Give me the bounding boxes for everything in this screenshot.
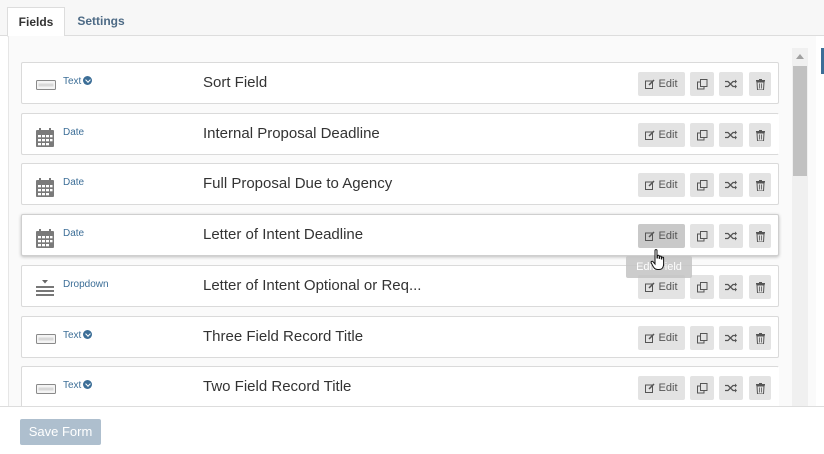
duplicate-field-button[interactable] — [690, 123, 714, 147]
field-type-label[interactable]: Text — [63, 380, 93, 391]
trash-icon — [755, 382, 765, 395]
field-name: Two Field Record Title — [203, 378, 352, 395]
trash-icon — [755, 179, 765, 192]
edit-icon — [645, 230, 656, 242]
field-type-label: Date — [63, 127, 85, 138]
field-row[interactable]: Date Full Proposal Due to Agency Edit — [21, 163, 779, 205]
delete-field-button[interactable] — [749, 72, 771, 96]
delete-field-button[interactable] — [749, 173, 771, 197]
copy-icon — [696, 281, 708, 293]
move-field-button[interactable] — [719, 326, 743, 350]
field-name: Three Field Record Title — [203, 328, 364, 345]
text-field-icon — [36, 381, 56, 399]
edit-field-button[interactable]: Edit — [638, 376, 685, 400]
edit-field-button[interactable]: Edit — [638, 326, 685, 350]
move-field-button[interactable] — [719, 275, 743, 299]
save-form-button[interactable]: Save Form — [20, 419, 101, 445]
edit-icon — [645, 129, 656, 141]
trash-icon — [755, 129, 765, 142]
text-field-icon — [36, 331, 56, 349]
edit-icon — [645, 78, 656, 90]
field-type-label: Dropdown — [63, 279, 109, 290]
edit-icon — [645, 332, 656, 344]
tab-fields[interactable]: Fields — [7, 7, 65, 37]
duplicate-field-button[interactable] — [690, 326, 714, 350]
copy-icon — [696, 230, 708, 242]
edit-field-button[interactable]: Edit — [638, 224, 685, 248]
duplicate-field-button[interactable] — [690, 376, 714, 400]
field-row[interactable]: Text Sort Field Edit — [21, 62, 779, 104]
field-type-label[interactable]: Text — [63, 330, 93, 341]
fields-panel: Text Sort Field Edit Date Internal Proposal… — [8, 36, 816, 408]
calendar-icon — [36, 128, 54, 152]
move-field-button[interactable] — [719, 123, 743, 147]
field-row[interactable]: Text Two Field Record Title Edit — [21, 366, 779, 408]
trash-icon — [755, 332, 765, 345]
duplicate-field-button[interactable] — [690, 224, 714, 248]
shuffle-icon — [725, 382, 737, 394]
edit-icon — [645, 179, 656, 191]
trash-icon — [755, 78, 765, 91]
shuffle-icon — [725, 281, 737, 293]
edit-field-button[interactable]: Edit — [638, 72, 685, 96]
duplicate-field-button[interactable] — [690, 275, 714, 299]
trash-icon — [755, 230, 765, 243]
shuffle-icon — [725, 332, 737, 344]
move-field-button[interactable] — [719, 376, 743, 400]
shuffle-icon — [725, 78, 737, 90]
field-name: Full Proposal Due to Agency — [203, 175, 393, 192]
delete-field-button[interactable] — [749, 123, 771, 147]
edit-field-button[interactable]: Edit — [638, 123, 685, 147]
tab-settings[interactable]: Settings — [70, 7, 132, 37]
chevron-down-icon[interactable] — [83, 380, 93, 389]
copy-icon — [696, 78, 708, 90]
edit-field-button[interactable]: Edit — [638, 275, 685, 299]
delete-field-button[interactable] — [749, 326, 771, 350]
duplicate-field-button[interactable] — [690, 72, 714, 96]
field-type-label[interactable]: Text — [63, 76, 93, 87]
dropdown-list-icon — [36, 280, 54, 301]
chevron-down-icon[interactable] — [83, 76, 93, 85]
move-field-button[interactable] — [719, 173, 743, 197]
field-name: Sort Field — [203, 74, 268, 91]
field-name: Internal Proposal Deadline — [203, 125, 380, 142]
calendar-icon — [36, 178, 54, 202]
copy-icon — [696, 129, 708, 141]
move-field-button[interactable] — [719, 72, 743, 96]
shuffle-icon — [725, 230, 737, 242]
field-name: Letter of Intent Deadline — [203, 226, 364, 243]
scrollbar-thumb[interactable] — [793, 66, 807, 176]
text-field-icon — [36, 77, 56, 95]
calendar-icon — [36, 229, 54, 253]
copy-icon — [696, 382, 708, 394]
scroll-up-arrow-icon[interactable] — [796, 54, 804, 59]
field-name: Letter of Intent Optional or Req... — [203, 277, 422, 294]
shuffle-icon — [725, 129, 737, 141]
edit-field-button[interactable]: Edit — [638, 173, 685, 197]
field-type-label: Date — [63, 177, 85, 188]
edit-icon — [645, 281, 656, 293]
chevron-down-icon[interactable] — [83, 330, 93, 339]
field-type-label: Date — [63, 228, 85, 239]
tab-bar: Fields Settings — [0, 0, 824, 37]
delete-field-button[interactable] — [749, 376, 771, 400]
hand-pointer-icon — [650, 249, 665, 270]
form-footer: Save Form — [0, 406, 824, 454]
move-field-button[interactable] — [719, 224, 743, 248]
copy-icon — [696, 332, 708, 344]
delete-field-button[interactable] — [749, 224, 771, 248]
delete-field-button[interactable] — [749, 275, 771, 299]
copy-icon — [696, 179, 708, 191]
duplicate-field-button[interactable] — [690, 173, 714, 197]
shuffle-icon — [725, 179, 737, 191]
field-row[interactable]: Date Internal Proposal Deadline Edit — [21, 113, 779, 155]
edit-icon — [645, 382, 656, 394]
field-row[interactable]: Text Three Field Record Title Edit — [21, 316, 779, 358]
trash-icon — [755, 281, 765, 294]
